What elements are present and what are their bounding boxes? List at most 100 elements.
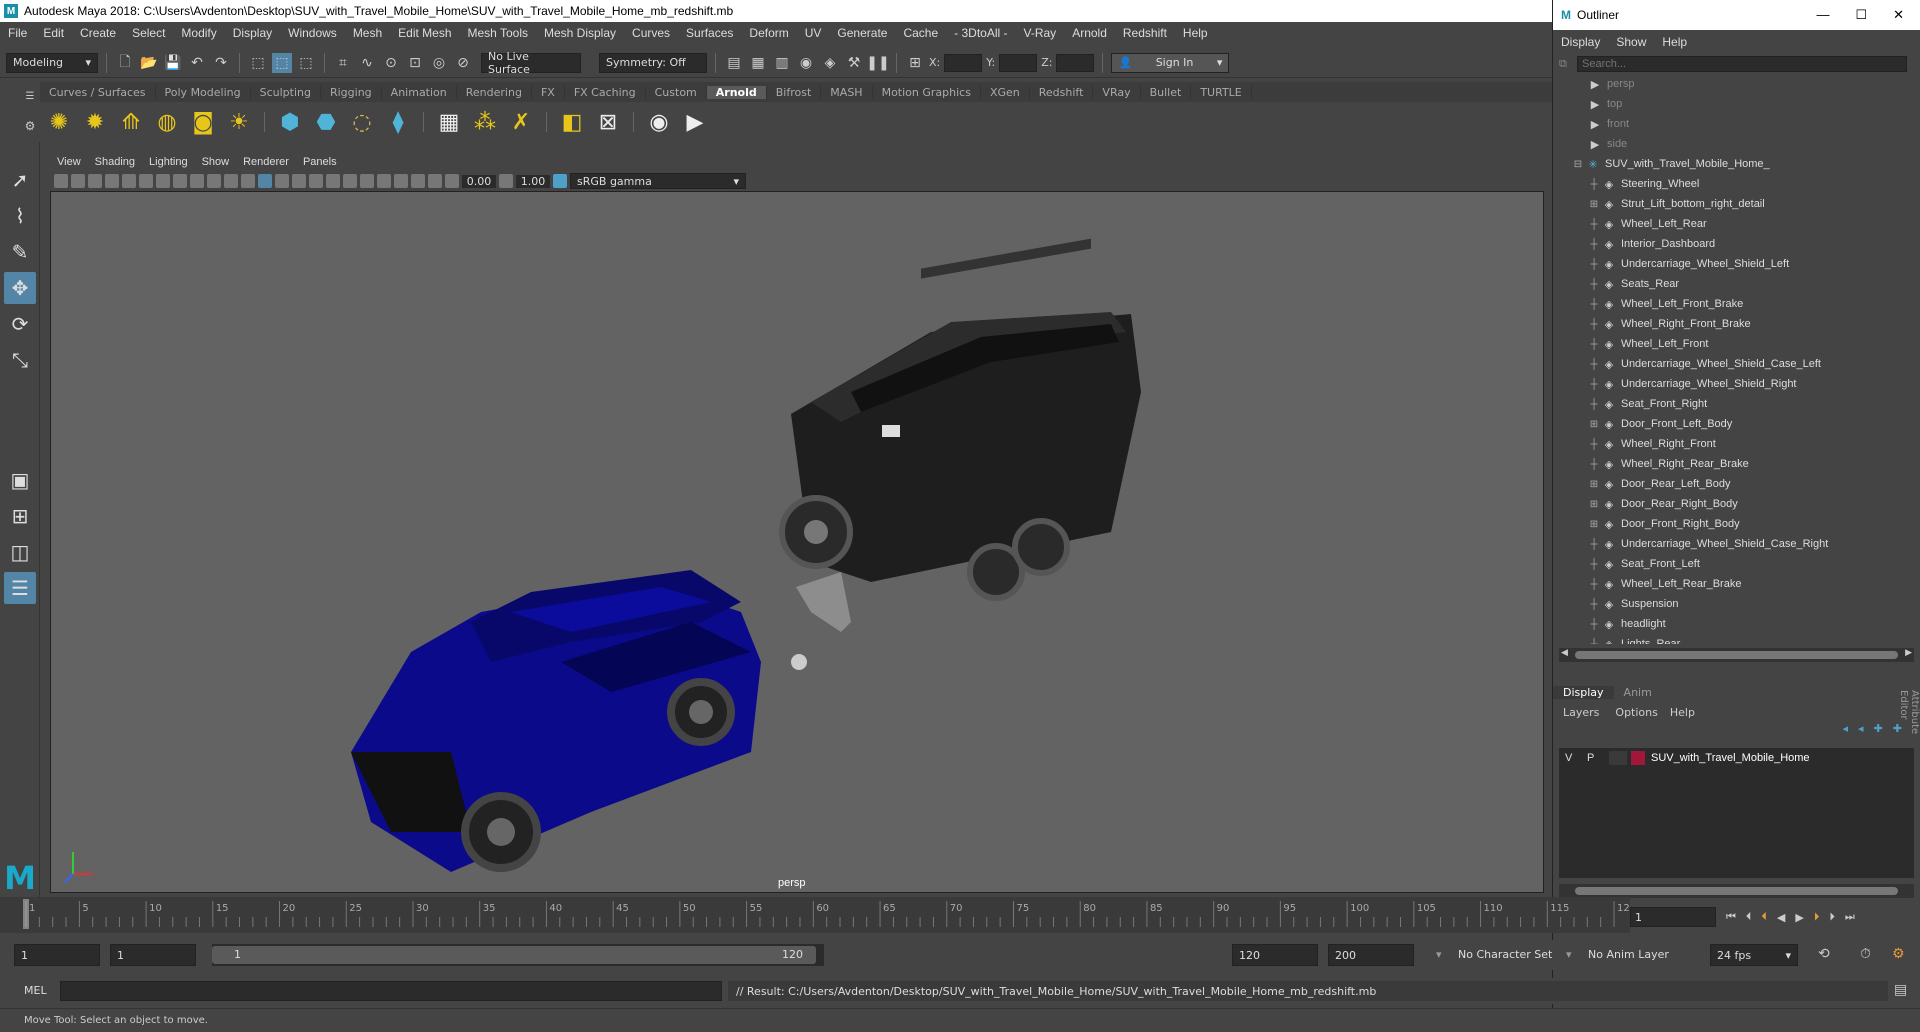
step-forward-icon[interactable]: ⏵: [1829, 910, 1835, 924]
outliner-item[interactable]: ⊞ ◈ Door_Rear_Right_Body: [1559, 494, 1920, 514]
shelf-tab-animation[interactable]: Animation: [382, 85, 457, 99]
exposure-value[interactable]: 0.00: [462, 174, 496, 188]
shelf-tab-rigging[interactable]: Rigging: [321, 85, 382, 99]
transform-fields-icon[interactable]: ⊞: [905, 53, 925, 73]
outliner-item[interactable]: ┼ ◈ Undercarriage_Wheel_Shield_Left: [1559, 254, 1920, 274]
mesh-light-icon[interactable]: ✹: [80, 107, 110, 137]
minimize-icon[interactable]: —: [1816, 7, 1829, 23]
shelf-tabs-menu-icon[interactable]: ☰: [26, 91, 35, 102]
move-layer-down-icon[interactable]: ◂: [1858, 722, 1864, 740]
safe-title-icon[interactable]: [224, 174, 238, 188]
scroll-thumb[interactable]: [1575, 887, 1898, 895]
command-input[interactable]: [60, 981, 722, 1001]
character-set-label[interactable]: No Character Set: [1458, 948, 1552, 961]
color-management-icon[interactable]: [553, 174, 567, 188]
snap-pivot-icon[interactable]: ⊘: [453, 53, 473, 73]
scroll-thumb[interactable]: [1575, 651, 1898, 659]
time-slider[interactable]: 1 5 10 15 20 25 30 35 40 45 50 55 60 65 70 75 80 85 90 95 10…: [0, 897, 1636, 933]
single-perspective-layout-icon[interactable]: ▣: [4, 464, 36, 496]
gamma-icon[interactable]: [499, 174, 513, 188]
shelf-tab-custom[interactable]: Custom: [646, 85, 707, 99]
menu-display[interactable]: Display: [225, 26, 280, 40]
animation-end-field[interactable]: 200: [1328, 944, 1414, 966]
viewport-menu-view[interactable]: View: [50, 156, 88, 168]
y-field[interactable]: [999, 53, 1038, 72]
anim-layer-label[interactable]: No Anim Layer: [1588, 948, 1669, 961]
tab-display[interactable]: Display: [1553, 685, 1614, 699]
viewport-menu-renderer[interactable]: Renderer: [236, 156, 296, 168]
ambient-occlusion-icon[interactable]: [343, 174, 357, 188]
camera-select-icon[interactable]: [54, 174, 68, 188]
shelf-tab-bullet[interactable]: Bullet: [1141, 85, 1192, 99]
outliner-layout-icon[interactable]: ☰: [4, 572, 36, 604]
two-view-layout-icon[interactable]: ◫: [4, 536, 36, 568]
expand-icon[interactable]: ⊞: [1587, 199, 1601, 210]
outliner-item[interactable]: ┼ ◈ Wheel_Left_Rear: [1559, 214, 1920, 234]
outliner-item[interactable]: ┼ ◈ Wheel_Right_Front_Brake: [1559, 314, 1920, 334]
menu-curves[interactable]: Curves: [624, 26, 678, 40]
outliner-item[interactable]: ┼ ◈ Wheel_Right_Rear_Brake: [1559, 454, 1920, 474]
play-forwards-icon[interactable]: ▶: [1795, 911, 1803, 924]
menu-create[interactable]: Create: [72, 26, 124, 40]
z-field[interactable]: [1056, 53, 1095, 72]
live-surface-field[interactable]: No Live Surface: [481, 50, 581, 76]
shelf-tab-xgen[interactable]: XGen: [981, 85, 1030, 99]
outliner-item[interactable]: ┼ ◈ Undercarriage_Wheel_Shield_Case_Right: [1559, 534, 1920, 554]
layer-row[interactable]: V P SUV_with_Travel_Mobile_Home: [1559, 748, 1914, 768]
isolate-select-icon[interactable]: [394, 174, 408, 188]
outliner-item[interactable]: ┼ ◈ Wheel_Left_Front: [1559, 334, 1920, 354]
outliner-root-node[interactable]: ⊟ ✳ SUV_with_Travel_Mobile_Home_: [1559, 154, 1920, 174]
outliner-item[interactable]: ┼ ◈ Undercarriage_Wheel_Shield_Right: [1559, 374, 1920, 394]
gate-mask-icon[interactable]: [173, 174, 187, 188]
undo-icon[interactable]: ↶: [187, 53, 207, 73]
texture-checker-icon[interactable]: ▦: [434, 107, 464, 137]
shelf-tab-poly-modeling[interactable]: Poly Modeling: [156, 85, 251, 99]
collapse-icon[interactable]: ⊟: [1571, 159, 1585, 170]
current-time-indicator[interactable]: [23, 899, 29, 929]
standin-icon[interactable]: ⬢: [275, 107, 305, 137]
render-sequence-icon[interactable]: ⚒: [844, 53, 864, 73]
color-space-dropdown[interactable]: sRGB gamma ▾: [570, 173, 746, 189]
physical-sky-icon[interactable]: ☀: [224, 107, 254, 137]
rotate-tool-icon[interactable]: ⟳: [4, 308, 36, 340]
new-scene-icon[interactable]: 🗋: [115, 53, 135, 73]
four-view-layout-icon[interactable]: ⊞: [4, 500, 36, 532]
select-component-icon[interactable]: ⬚: [296, 53, 316, 73]
filter-icon[interactable]: ⧉: [1559, 57, 1577, 71]
motion-blur-icon[interactable]: [360, 174, 374, 188]
snap-curve-icon[interactable]: ∿: [357, 53, 377, 73]
menu-generate[interactable]: Generate: [829, 26, 895, 40]
anti-aliasing-icon[interactable]: [377, 174, 391, 188]
light-portal-icon[interactable]: ◙: [188, 107, 218, 137]
outliner-menu-display[interactable]: Display: [1553, 35, 1608, 49]
menu-modify[interactable]: Modify: [173, 26, 224, 40]
save-scene-icon[interactable]: 💾: [163, 53, 183, 73]
textured-icon[interactable]: [292, 174, 306, 188]
camera-attributes-icon[interactable]: [71, 174, 85, 188]
safe-action-icon[interactable]: [207, 174, 221, 188]
chevron-down-icon[interactable]: ▾: [1566, 948, 1572, 961]
image-plane-icon[interactable]: [105, 174, 119, 188]
playback-start-field[interactable]: 1: [110, 944, 196, 966]
expand-icon[interactable]: ⊞: [1587, 499, 1601, 510]
perspective-viewport[interactable]: persp: [50, 191, 1544, 893]
outliner-item[interactable]: ┼ ◈ Wheel_Left_Front_Brake: [1559, 294, 1920, 314]
x-field[interactable]: [944, 53, 983, 72]
shadows-icon[interactable]: [326, 174, 340, 188]
redo-icon[interactable]: ↷: [211, 53, 231, 73]
menu-select[interactable]: Select: [124, 26, 173, 40]
layer-playback-toggle[interactable]: P: [1587, 752, 1609, 764]
range-slider[interactable]: 1 120: [212, 944, 824, 966]
snap-grid-icon[interactable]: ⌗: [333, 53, 353, 73]
go-to-end-icon[interactable]: ⏭: [1845, 910, 1855, 924]
scroll-right-icon[interactable]: ▶: [1905, 648, 1912, 658]
animation-start-field[interactable]: 1: [14, 944, 100, 966]
outliner-item[interactable]: ┼◈ Lights_Rear: [1559, 634, 1920, 644]
outliner-search-input[interactable]: [1577, 56, 1907, 72]
lasso-tool-icon[interactable]: ⌇: [4, 200, 36, 232]
render-settings-icon[interactable]: ◉: [796, 53, 816, 73]
menu-redshift[interactable]: Redshift: [1115, 26, 1175, 40]
aov-icon[interactable]: ⊠: [593, 107, 623, 137]
gamma-value[interactable]: 1.00: [516, 174, 550, 188]
outliner-item[interactable]: ┼ ◈ Wheel_Right_Front: [1559, 434, 1920, 454]
